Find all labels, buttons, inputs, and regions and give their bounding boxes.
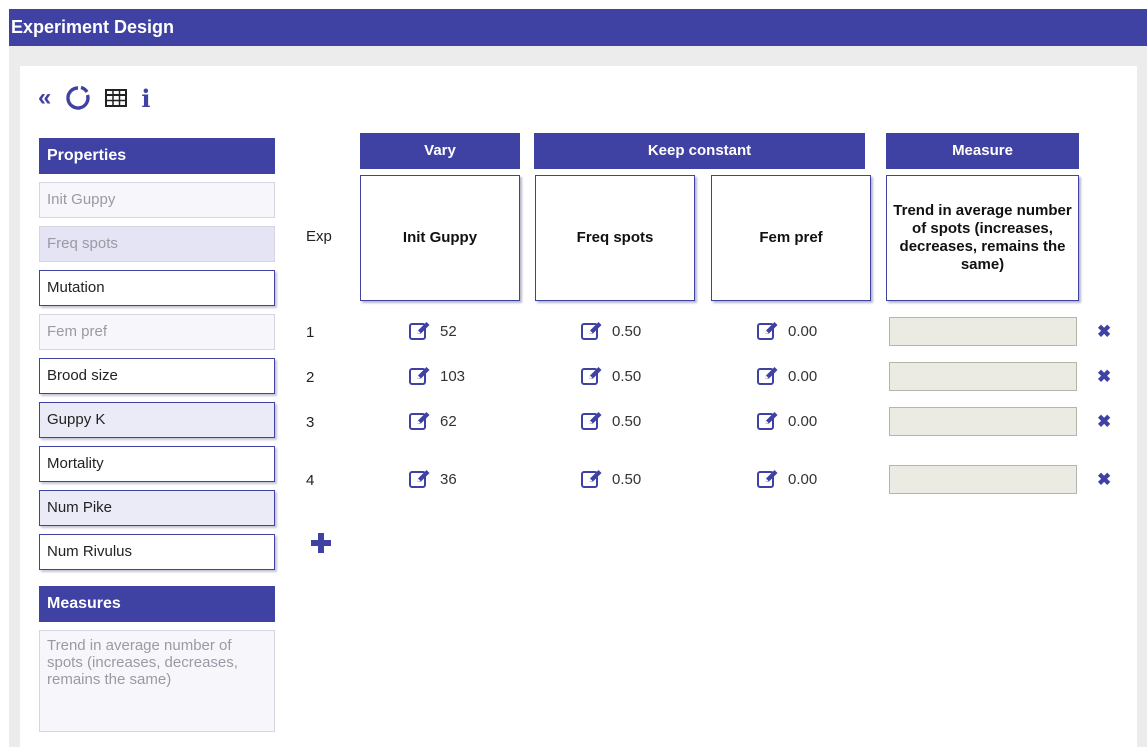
cell-value: 52 — [440, 322, 457, 340]
property-guppy-k[interactable]: Guppy K — [39, 402, 275, 438]
column-freq-spots[interactable]: Freq spots — [535, 175, 695, 301]
cell-value: 0.00 — [788, 470, 818, 488]
cell-vary: 52 — [409, 318, 457, 344]
edit-pencil-icon[interactable] — [581, 321, 603, 341]
edit-pencil-icon[interactable] — [409, 411, 431, 431]
edit-pencil-icon[interactable] — [581, 469, 603, 489]
row-number: 1 — [306, 324, 315, 341]
toolbar: « i — [38, 84, 150, 113]
cell-vary: 62 — [409, 408, 457, 434]
column-fem-pref[interactable]: Fem pref — [711, 175, 871, 301]
measures-header: Measures — [39, 586, 275, 622]
cell-value: 0.00 — [788, 367, 818, 385]
delete-row-icon[interactable]: ✖ — [1097, 367, 1111, 387]
measure-input[interactable] — [889, 465, 1077, 494]
add-experiment-icon[interactable] — [311, 533, 331, 558]
measure-input[interactable] — [889, 407, 1077, 436]
cell-value: 0.50 — [612, 470, 642, 488]
property-init-guppy: Init Guppy — [39, 182, 275, 218]
table-icon[interactable] — [105, 89, 128, 107]
cell-const1: 0.50 — [581, 408, 641, 434]
measure-input[interactable] — [889, 317, 1077, 346]
property-mutation[interactable]: Mutation — [39, 270, 275, 306]
cell-value: 0.50 — [612, 412, 642, 430]
delete-row-icon[interactable]: ✖ — [1097, 470, 1111, 490]
edit-pencil-icon[interactable] — [581, 411, 603, 431]
cell-vary: 36 — [409, 466, 457, 492]
cell-const2: 0.00 — [757, 318, 817, 344]
cell-value: 0.00 — [788, 322, 818, 340]
cell-vary: 103 — [409, 363, 465, 389]
cell-value: 62 — [440, 412, 457, 430]
cell-const1: 0.50 — [581, 466, 641, 492]
cell-value: 0.50 — [612, 322, 642, 340]
property-brood-size[interactable]: Brood size — [39, 358, 275, 394]
property-num-rivulus[interactable]: Num Rivulus — [39, 534, 275, 570]
property-freq-spots: Freq spots — [39, 226, 275, 262]
double-chevron-left-icon[interactable]: « — [38, 86, 51, 110]
column-init-guppy[interactable]: Init Guppy — [360, 175, 520, 301]
column-measure[interactable]: Trend in average number of spots (increa… — [886, 175, 1079, 301]
group-keep-constant-header: Keep constant — [534, 133, 865, 169]
measure-item: Trend in average number of spots (increa… — [39, 630, 275, 732]
window-title: Experiment Design — [9, 9, 1147, 46]
info-icon[interactable]: i — [141, 84, 150, 113]
cell-value: 0.00 — [788, 412, 818, 430]
refresh-icon[interactable] — [65, 85, 91, 111]
exp-column-label: Exp — [306, 228, 332, 245]
edit-pencil-icon[interactable] — [409, 366, 431, 386]
group-vary-header: Vary — [360, 133, 520, 169]
row-number: 4 — [306, 472, 315, 489]
edit-pencil-icon[interactable] — [757, 411, 779, 431]
cell-value: 103 — [440, 367, 466, 385]
cell-const1: 0.50 — [581, 318, 641, 344]
edit-pencil-icon[interactable] — [409, 321, 431, 341]
edit-pencil-icon[interactable] — [757, 321, 779, 341]
cell-const2: 0.00 — [757, 408, 817, 434]
measure-input[interactable] — [889, 362, 1077, 391]
cell-value: 36 — [440, 470, 457, 488]
row-number: 2 — [306, 369, 315, 386]
properties-header: Properties — [39, 138, 275, 174]
cell-const1: 0.50 — [581, 363, 641, 389]
edit-pencil-icon[interactable] — [409, 469, 431, 489]
delete-row-icon[interactable]: ✖ — [1097, 322, 1111, 342]
edit-pencil-icon[interactable] — [757, 366, 779, 386]
delete-row-icon[interactable]: ✖ — [1097, 412, 1111, 432]
cell-value: 0.50 — [612, 367, 642, 385]
property-mortality[interactable]: Mortality — [39, 446, 275, 482]
group-measure-header: Measure — [886, 133, 1079, 169]
property-num-pike[interactable]: Num Pike — [39, 490, 275, 526]
cell-const2: 0.00 — [757, 363, 817, 389]
edit-pencil-icon[interactable] — [757, 469, 779, 489]
cell-const2: 0.00 — [757, 466, 817, 492]
property-fem-pref: Fem pref — [39, 314, 275, 350]
edit-pencil-icon[interactable] — [581, 366, 603, 386]
row-number: 3 — [306, 414, 315, 431]
